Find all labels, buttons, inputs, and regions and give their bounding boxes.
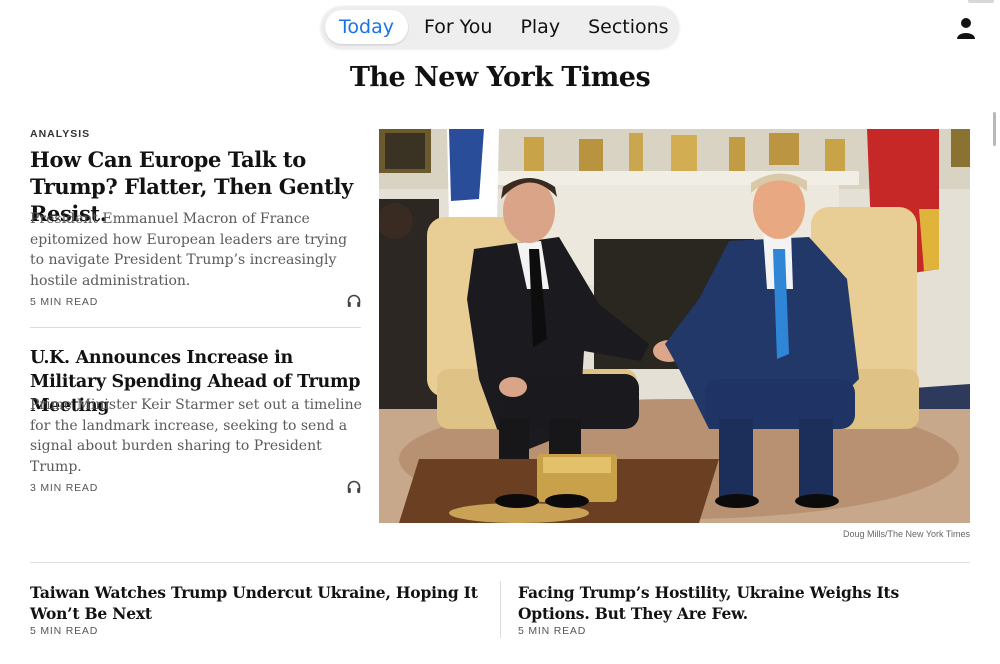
bottom-read-time-1: 5 MIN READ bbox=[30, 625, 99, 637]
window-corner-mark bbox=[968, 0, 994, 3]
section-tabs: Today For You Play Sections bbox=[321, 6, 679, 48]
scrollbar-thumb[interactable] bbox=[993, 112, 996, 146]
bottom-headline-2[interactable]: Facing Trump’s Hostility, Ukraine Weighs… bbox=[518, 582, 968, 624]
section-divider bbox=[30, 562, 970, 563]
tab-play[interactable]: Play bbox=[506, 10, 574, 44]
column-divider bbox=[500, 581, 501, 638]
headphones-icon[interactable] bbox=[346, 293, 362, 309]
lead-photo[interactable] bbox=[379, 129, 970, 523]
story-kicker: ANALYSIS bbox=[30, 128, 91, 140]
headphones-icon[interactable] bbox=[346, 479, 362, 495]
person-icon[interactable] bbox=[952, 14, 980, 42]
tab-sections[interactable]: Sections bbox=[574, 10, 683, 44]
bottom-read-time-2: 5 MIN READ bbox=[518, 625, 587, 637]
bottom-headline-1[interactable]: Taiwan Watches Trump Undercut Ukraine, H… bbox=[30, 582, 480, 624]
story-divider bbox=[30, 327, 361, 328]
tab-today[interactable]: Today bbox=[325, 10, 408, 44]
tab-for-you[interactable]: For You bbox=[410, 10, 506, 44]
masthead-logo[interactable]: The New York Times bbox=[0, 62, 1000, 93]
lead-summary[interactable]: President Emmanuel Macron of France epit… bbox=[30, 209, 365, 291]
lead-read-time: 5 MIN READ bbox=[30, 296, 99, 308]
second-read-time: 3 MIN READ bbox=[30, 482, 99, 494]
photo-credit: Doug Mills/The New York Times bbox=[842, 529, 970, 539]
second-summary[interactable]: Prime Minister Keir Starmer set out a ti… bbox=[30, 395, 365, 477]
